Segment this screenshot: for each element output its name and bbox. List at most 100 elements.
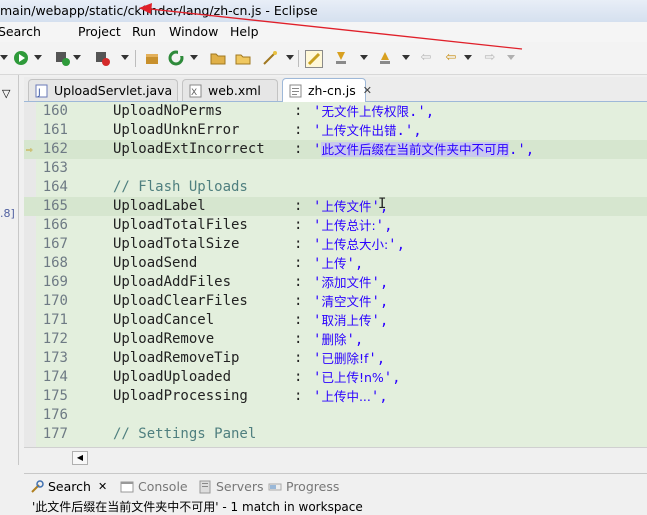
code-string: '添加文件',	[313, 273, 388, 293]
view-menu-icon[interactable]: ▽	[2, 87, 10, 100]
menu-run[interactable]: Run	[132, 24, 156, 39]
forward-dropdown-arrow[interactable]	[507, 55, 515, 60]
wand-dropdown-arrow[interactable]	[286, 55, 294, 60]
menu-window[interactable]: Window	[169, 24, 218, 39]
code-comment: // Flash Uploads	[113, 179, 248, 195]
code-line[interactable]: 165 UploadLabel: '上传文件',	[24, 197, 647, 216]
code-line[interactable]: 162 ⇨ UploadExtIncorrect: '此文件后缀在当前文件夹中不可用.…	[24, 140, 647, 159]
line-number: 162	[42, 141, 68, 157]
code-key: UploadExtIncorrect	[113, 141, 265, 157]
code-key: UploadRemoveTip	[113, 350, 240, 366]
line-number: 169	[42, 274, 68, 290]
tab-zh-cn-js[interactable]: zh-cn.js ✕	[282, 78, 372, 102]
string-end: .',	[408, 104, 435, 120]
string-text: 删除	[321, 332, 347, 347]
menu-search[interactable]: Search	[0, 24, 41, 39]
string-text: 上传中...	[321, 389, 371, 404]
tab-label: web.xml	[208, 83, 261, 98]
code-line[interactable]: 176	[24, 406, 647, 425]
code-line[interactable]: 177 // Settings Panel	[24, 425, 647, 444]
code-string: '上传中...',	[313, 387, 388, 407]
code-line[interactable]: 173 UploadRemoveTip: '已删除!f',	[24, 349, 647, 368]
toolbar-dropdown-arrow[interactable]	[0, 55, 8, 60]
refresh-dropdown-arrow[interactable]	[190, 55, 198, 60]
code-line[interactable]: 164 // Flash Uploads	[24, 178, 647, 197]
code-line[interactable]: 175 UploadProcessing: '上传中...',	[24, 387, 647, 406]
open-folder-icon[interactable]	[210, 50, 226, 66]
code-line[interactable]: 160 UploadNoPerms: '无文件上传权限.',	[24, 102, 647, 121]
code-string: '已删除!f',	[313, 349, 385, 369]
code-string: '此文件后缀在当前文件夹中不可用.',	[313, 140, 534, 160]
code-line[interactable]: 169 UploadAddFiles: '添加文件',	[24, 273, 647, 292]
string-end: ',	[370, 389, 388, 405]
run-icon[interactable]	[13, 50, 29, 66]
scroll-left-icon[interactable]: ◀	[72, 451, 88, 465]
back-icon[interactable]: ⇦	[443, 50, 459, 66]
code-line[interactable]: 163	[24, 159, 647, 178]
view-tab-progress[interactable]: Progress	[268, 479, 339, 494]
line-number: 175	[42, 388, 68, 404]
code-string: '无文件上传权限.',	[313, 102, 434, 122]
view-tab-label: Search	[48, 479, 91, 494]
code-colon: :	[294, 122, 303, 138]
view-tab-console[interactable]: Console	[120, 479, 188, 494]
prev-annotation-dropdown-arrow[interactable]	[402, 55, 410, 60]
string-end: ',	[371, 313, 389, 329]
wand-icon[interactable]	[262, 50, 278, 66]
string-text: 已删除!f	[321, 351, 369, 366]
tab-uploadservlet[interactable]: J UploadServlet.java	[28, 79, 178, 101]
line-number: 168	[42, 255, 68, 271]
code-key: UploadTotalFiles	[113, 217, 248, 233]
code-colon: :	[294, 350, 303, 366]
view-tab-servers[interactable]: Servers	[198, 479, 264, 494]
code-line[interactable]: 171 UploadCancel: '取消上传',	[24, 311, 647, 330]
code-colon: :	[294, 274, 303, 290]
open-file-icon[interactable]	[235, 50, 251, 66]
code-line[interactable]: 167 UploadTotalSize: '上传总大小:',	[24, 235, 647, 254]
code-line[interactable]: 161 UploadUnknError: '上传文件出错.',	[24, 121, 647, 140]
code-colon: :	[294, 331, 303, 347]
search-result-summary: '此文件后缀在当前文件夹中不可用' - 1 match in workspace	[32, 500, 363, 514]
close-view-icon[interactable]: ✕	[98, 480, 107, 493]
horizontal-scrollbar[interactable]: ◀	[24, 447, 647, 465]
close-tab-icon[interactable]: ✕	[363, 84, 372, 97]
string-text: 无文件上传权限	[321, 104, 409, 119]
next-annotation-dropdown-arrow[interactable]	[360, 55, 368, 60]
code-colon: :	[294, 141, 303, 157]
prev-annotation-icon[interactable]	[377, 50, 393, 66]
code-colon: :	[294, 293, 303, 309]
code-line[interactable]: 172 UploadRemove: '删除',	[24, 330, 647, 349]
line-number: 163	[42, 160, 68, 176]
line-number: 165	[42, 198, 68, 214]
code-line[interactable]: 166 UploadTotalFiles: '上传总计:',	[24, 216, 647, 235]
code-line[interactable]: 168 UploadSend: '上传',	[24, 254, 647, 273]
code-editor[interactable]: 160 UploadNoPerms: '无文件上传权限.', 161 UploadUnk…	[24, 102, 647, 447]
line-number: 173	[42, 350, 68, 366]
run-dropdown-arrow[interactable]	[34, 55, 42, 60]
stop-dropdown-arrow[interactable]	[121, 55, 129, 60]
code-line[interactable]: 170 UploadClearFiles: '清空文件',	[24, 292, 647, 311]
menu-help[interactable]: Help	[230, 24, 259, 39]
last-edit-icon[interactable]: ⇦	[418, 50, 434, 66]
view-tab-search[interactable]: Search ✕	[30, 479, 107, 494]
toolbar-separator	[298, 50, 299, 67]
code-line[interactable]: 174 UploadUploaded: '已上传!n%',	[24, 368, 647, 387]
string-text: 已上传!n%	[321, 370, 384, 385]
tab-web-xml[interactable]: X web.xml	[182, 79, 278, 101]
mark-occurrences-icon[interactable]	[305, 50, 323, 68]
back-dropdown-arrow[interactable]	[464, 55, 472, 60]
menu-project[interactable]: Project	[78, 24, 121, 39]
code-key: UploadCancel	[113, 312, 215, 328]
line-number: 176	[42, 407, 68, 423]
debug-dropdown-arrow[interactable]	[73, 55, 81, 60]
line-number: 172	[42, 331, 68, 347]
debug-server-icon[interactable]	[54, 50, 70, 66]
stop-server-icon[interactable]	[94, 50, 110, 66]
refresh-icon[interactable]	[168, 50, 184, 66]
js-file-icon	[289, 84, 303, 98]
forward-icon[interactable]: ⇨	[482, 50, 498, 66]
next-annotation-icon[interactable]	[333, 50, 349, 66]
menu-bar: Search Project Run Window Help	[0, 22, 647, 42]
package-icon[interactable]	[144, 50, 160, 66]
string-end: ',	[383, 370, 401, 386]
